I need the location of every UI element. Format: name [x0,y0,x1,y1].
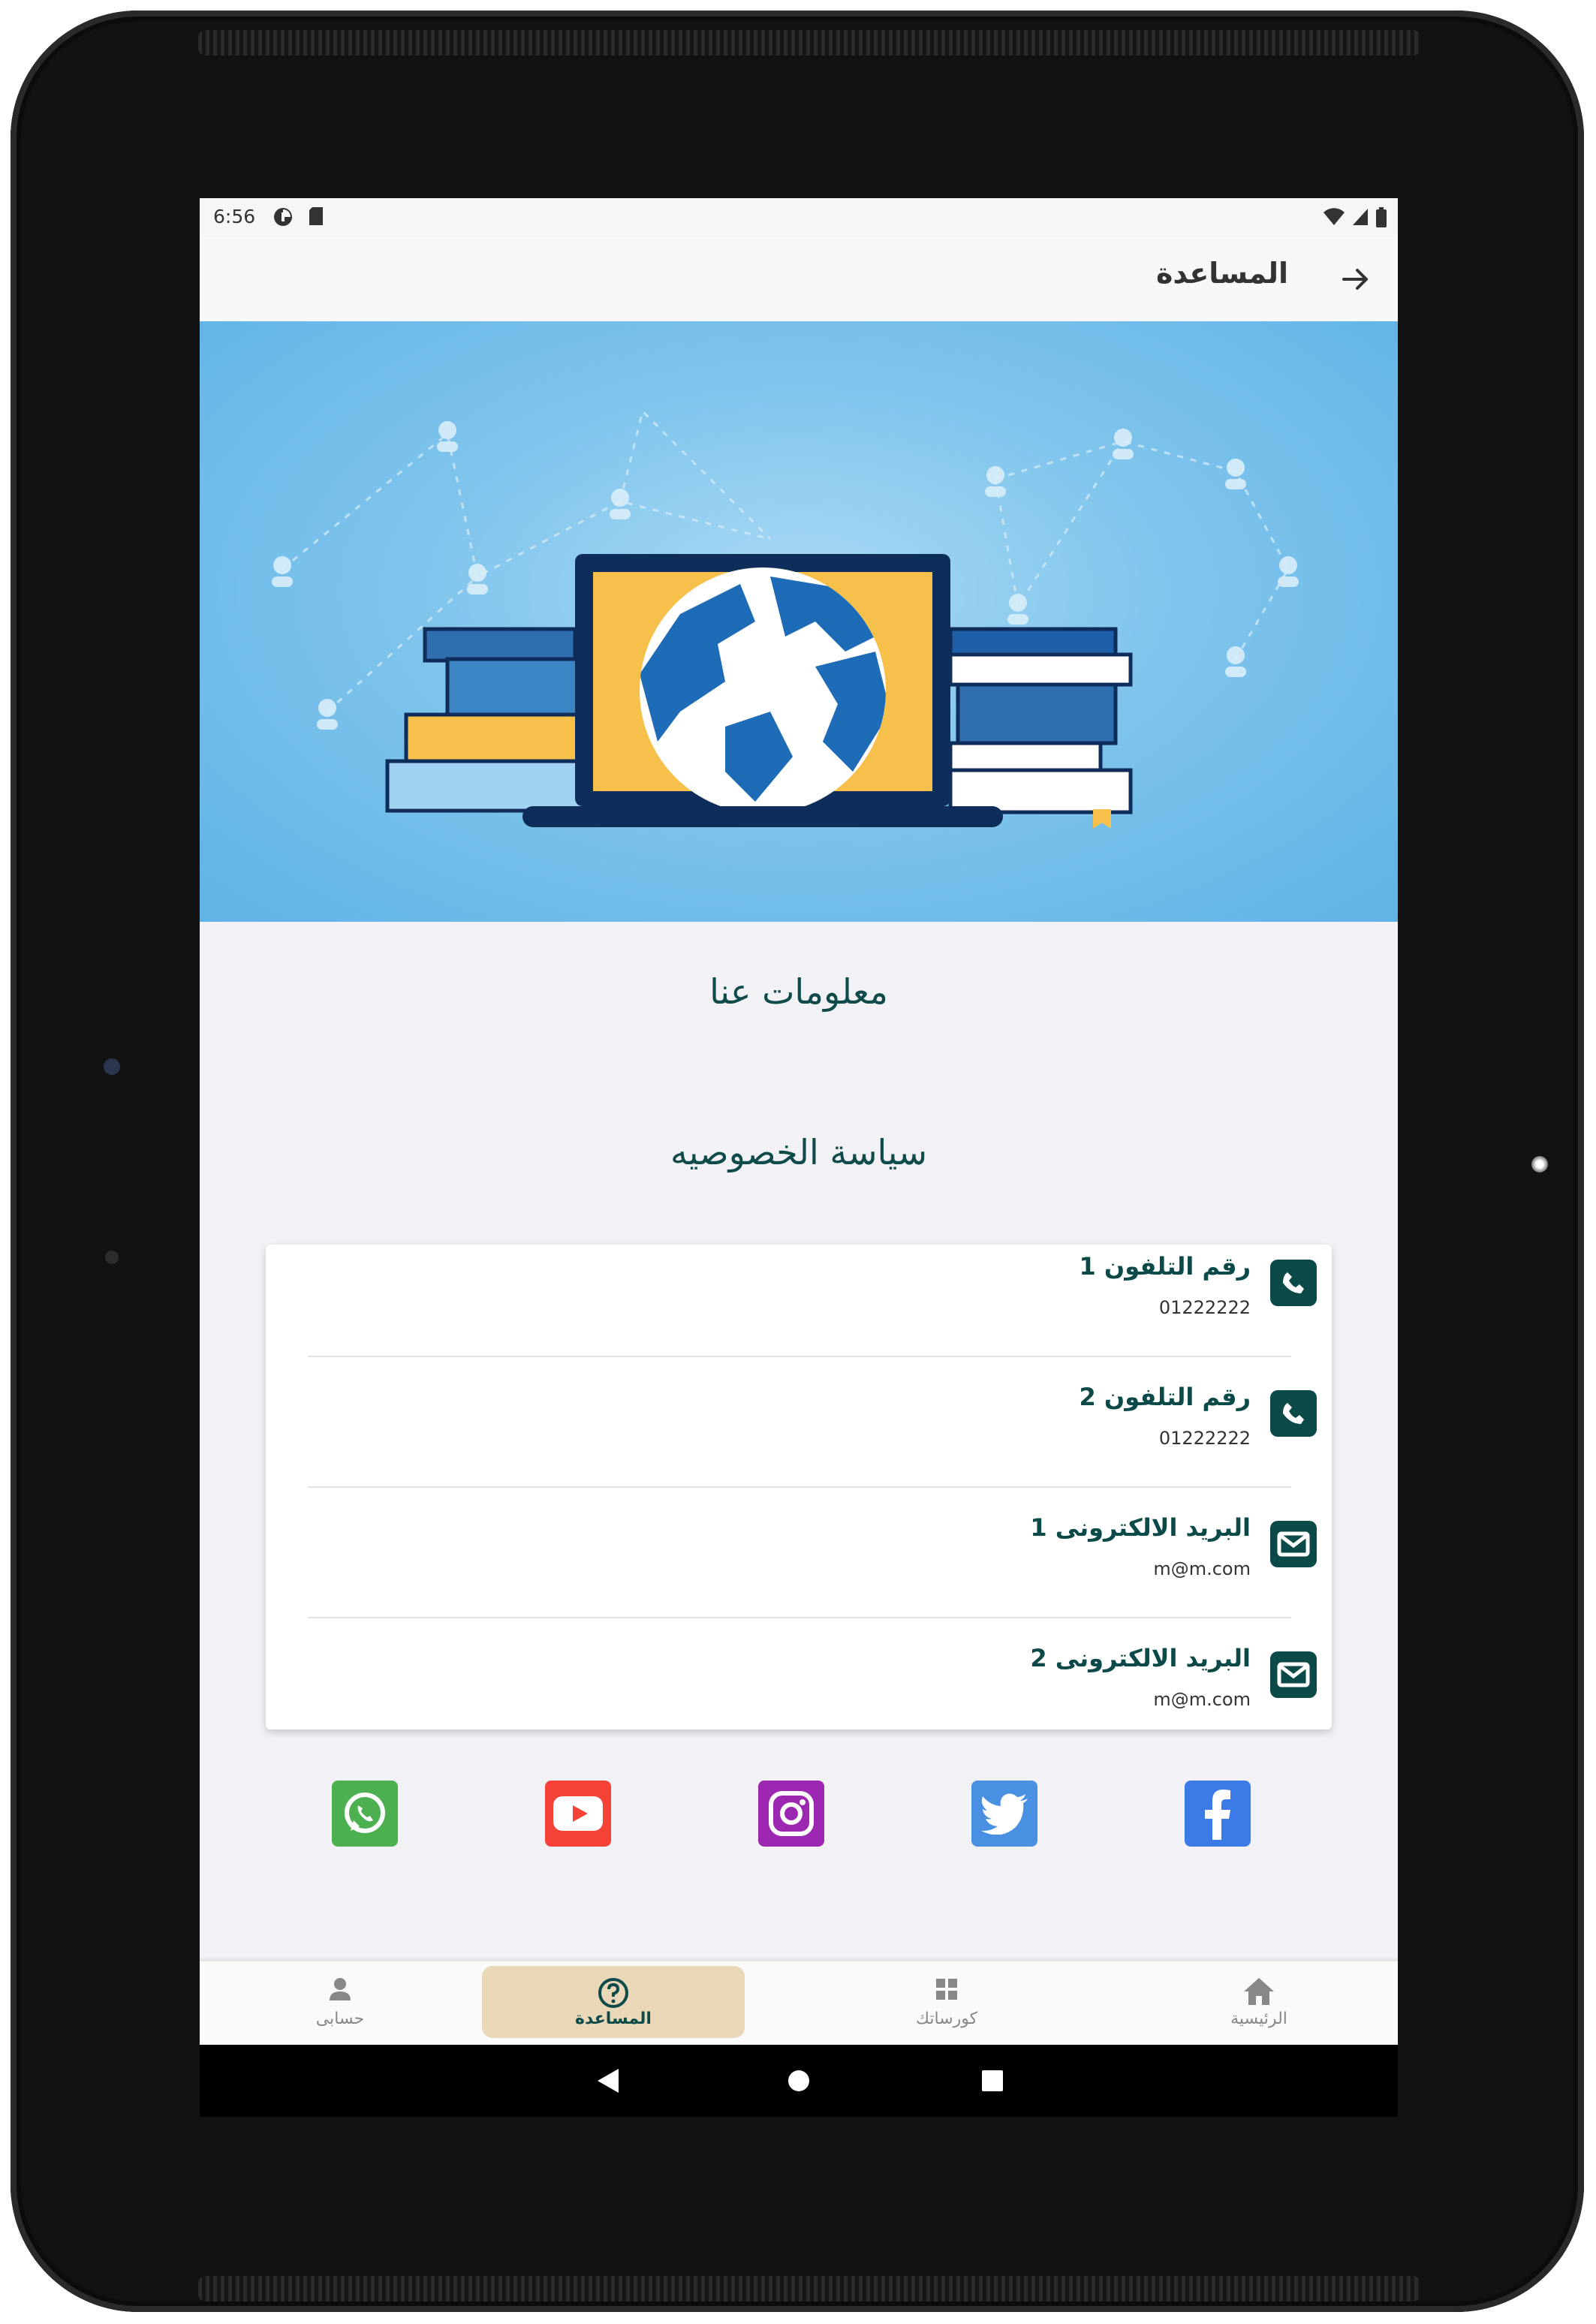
person-icon [330,1978,351,2000]
about-us-link[interactable]: معلومات عنا [200,971,1398,1012]
speaker-grille-top [198,30,1420,56]
instagram-icon[interactable] [758,1781,824,1847]
indicator-light [1531,1156,1548,1173]
youtube-icon[interactable] [545,1781,611,1847]
recents-square-icon[interactable] [977,2066,1007,2096]
speaker-grille-bottom [198,2276,1420,2301]
nav-item-home[interactable]: الرئيسية [1128,1966,1390,2038]
contact-value: 01222222 [1158,1428,1251,1449]
laptop-globe-books-illustration [272,409,1299,829]
nav-item-courses[interactable]: كورساتك [815,1966,1078,2038]
contact-value: m@m.com [1153,1558,1251,1579]
help-icon [598,1978,628,2008]
back-triangle-icon[interactable] [595,2066,622,2096]
sd-card-icon [309,207,323,225]
page-title: المساعدة [1155,257,1288,290]
mail-icon [1270,1651,1317,1698]
sensor-dot [105,1251,119,1264]
grid-icon [936,1979,957,2000]
camera-icon [104,1058,120,1075]
nav-label: حسابى [315,2009,365,2028]
privacy-policy-link[interactable]: سياسة الخصوصيه [200,1132,1398,1173]
wifi-icon [1323,208,1345,225]
app-bar: المساعدة [200,237,1398,322]
divider [308,1486,1291,1488]
hero-banner [200,321,1398,922]
divider [308,1617,1291,1618]
nav-label: المساعدة [575,2009,652,2028]
whatsapp-icon[interactable] [332,1781,398,1847]
bottom-navigation: حسابى المساعدة كورساتك الرئيسية [200,1961,1398,2046]
signal-icon [1353,209,1368,225]
phone-icon [1270,1390,1317,1437]
home-icon [1244,1978,1274,2005]
nav-item-account[interactable]: حسابى [209,1966,471,2038]
system-navigation-bar [200,2045,1398,2117]
nav-item-help[interactable]: المساعدة [482,1966,745,2038]
contact-title: البريد الالكترونى 2 [1030,1644,1251,1672]
status-bar: 6:56 [200,198,1398,237]
status-time: 6:56 [213,206,256,227]
battery-icon [1376,207,1387,227]
arrow-right-icon[interactable] [1336,260,1375,299]
home-circle-icon[interactable] [784,2066,814,2096]
contact-card: رقم التلفون 1 01222222 رقم التلفون 2 012… [266,1245,1332,1729]
nav-label: كورساتك [915,2009,978,2028]
mail-icon [1270,1521,1317,1567]
data-saver-icon [274,208,292,226]
facebook-icon[interactable] [1185,1781,1251,1847]
contact-row-email-2[interactable]: البريد الالكترونى 2 m@m.com [266,1636,1332,1767]
nav-label: الرئيسية [1230,2009,1287,2028]
contact-value: m@m.com [1153,1689,1251,1710]
contact-value: 01222222 [1158,1297,1251,1318]
device-screen: 6:56 المساعدة معلومات عنا سياسة الخصوصيه… [200,198,1398,2117]
contact-title: البريد الالكترونى 1 [1030,1513,1251,1542]
twitter-icon[interactable] [971,1781,1037,1847]
contact-title: رقم التلفون 2 [1079,1383,1251,1411]
phone-icon [1270,1260,1317,1306]
contact-title: رقم التلفون 1 [1079,1252,1251,1281]
divider [308,1356,1291,1357]
